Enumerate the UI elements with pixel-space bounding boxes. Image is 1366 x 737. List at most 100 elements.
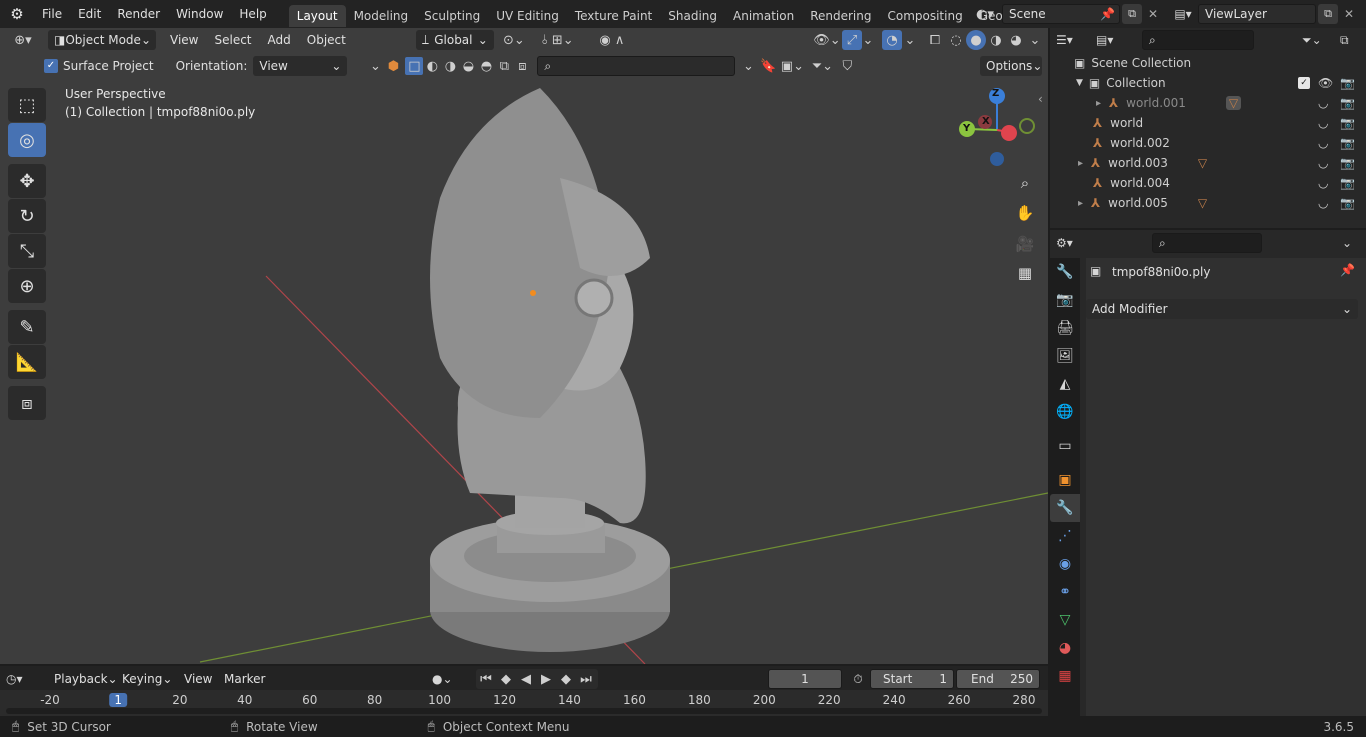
end-frame-field[interactable]: End 250 — [956, 669, 1040, 689]
collapse-sidebar-icon[interactable]: ‹ — [1038, 92, 1043, 106]
render-tab[interactable]: 📷 — [1050, 286, 1080, 314]
record-icon[interactable]: ●⌄ — [432, 669, 466, 689]
eye-icon[interactable]: ◡ — [1318, 196, 1328, 210]
tab-layout[interactable]: Layout — [288, 4, 346, 27]
tab-rendering[interactable]: Rendering — [802, 5, 879, 27]
add-cube-tool[interactable]: ⧈ — [8, 386, 46, 420]
outliner-search-input[interactable]: ⌕ — [1142, 30, 1254, 50]
chevron-down-icon[interactable]: ⌄ — [365, 59, 385, 74]
snap-mode-icon-6[interactable]: ⧈ — [513, 59, 531, 74]
options-dropdown[interactable]: Options ⌄ — [980, 56, 1042, 76]
expand-arrow-icon[interactable]: ▸ — [1078, 198, 1083, 209]
marker-menu[interactable]: Marker — [216, 669, 273, 689]
annotate-tool[interactable]: ✎ — [8, 310, 46, 344]
outliner-object-row[interactable]: ⅄ world.002 ◡ 📷 — [1050, 133, 1366, 153]
orientation-dropdown[interactable]: View ⌄ — [253, 56, 348, 76]
stopwatch-icon[interactable]: ⏱ — [848, 669, 868, 689]
expand-arrow-icon[interactable]: ▼ — [1076, 78, 1083, 88]
mesh-data-icon[interactable]: ▽ — [1198, 156, 1207, 170]
pin-icon[interactable]: 📌 — [1100, 5, 1115, 23]
object-tab[interactable]: ▣ — [1050, 466, 1080, 494]
camera-render-icon[interactable]: 📷 — [1340, 96, 1355, 110]
transform-tool[interactable]: ⊕ — [8, 269, 46, 303]
new-view-layer-button[interactable]: ⧉ — [1318, 4, 1338, 24]
menu-window[interactable]: Window — [168, 0, 231, 28]
shield-icon[interactable]: ⛉ — [837, 59, 857, 74]
cursor-tool[interactable]: ◎ — [8, 123, 46, 157]
keying-menu[interactable]: Keying ⌄ — [116, 669, 174, 689]
tab-modeling[interactable]: Modeling — [346, 5, 417, 27]
jump-start-icon[interactable]: ⏮ — [476, 669, 496, 689]
tab-texture-paint[interactable]: Texture Paint — [567, 5, 660, 27]
menu-object[interactable]: Object — [299, 30, 354, 50]
camera-render-icon[interactable]: 📷 — [1340, 156, 1355, 170]
jump-end-icon[interactable]: ⏭ — [576, 669, 596, 689]
measure-tool[interactable]: 📐 — [8, 345, 46, 379]
wireframe-shading-icon[interactable]: ◌ — [946, 33, 966, 48]
camera-render-icon[interactable]: 📷 — [1340, 176, 1355, 190]
display-mode-icon[interactable]: ▤▾ — [1096, 30, 1130, 50]
outliner-scene-collection-row[interactable]: ▣ Scene Collection — [1050, 53, 1366, 73]
menu-file[interactable]: File — [34, 0, 70, 28]
outliner-object-row[interactable]: ⅄ world ◡ 📷 — [1050, 113, 1366, 133]
eye-icon[interactable]: ◡ — [1318, 116, 1328, 130]
delete-scene-icon[interactable]: ✕ — [1144, 4, 1162, 24]
scene-name-field[interactable]: Scene 📌 — [1002, 4, 1120, 24]
pivot-icon[interactable]: ⊙⌄ — [498, 33, 530, 48]
chevron-down-icon[interactable]: ⌄ — [1026, 33, 1044, 48]
snap-box-icon[interactable]: □ — [405, 57, 424, 75]
world-tab[interactable]: 🌐 — [1050, 398, 1080, 426]
chevron-down-icon[interactable]: ⌄ — [737, 59, 759, 74]
snap-mode-icon-1[interactable]: ◐ — [423, 59, 441, 74]
view-layer-field[interactable]: ViewLayer — [1198, 4, 1316, 24]
timeline-view-menu[interactable]: View — [176, 669, 220, 689]
play-icon[interactable]: ▶ — [536, 669, 556, 689]
collection-tab[interactable]: ▭ — [1050, 432, 1080, 460]
pin-icon[interactable]: 📌 — [1340, 263, 1355, 277]
menu-view[interactable]: View — [162, 30, 206, 50]
eye-icon[interactable]: ◡ — [1318, 176, 1328, 190]
select-box-tool[interactable]: ⬚ — [8, 88, 46, 122]
next-keyframe-icon[interactable]: ◆ — [556, 669, 576, 689]
zoom-icon[interactable]: ⌕ — [1012, 170, 1038, 196]
tool-tab[interactable]: 🔧 — [1050, 258, 1080, 286]
filter-icon[interactable]: ⏷⌄ — [1302, 30, 1330, 50]
proportional-edit-icon[interactable]: ◉ ∧ — [592, 33, 632, 48]
rendered-shading-icon[interactable]: ◕ — [1006, 33, 1026, 48]
viewport-scene[interactable] — [0, 28, 1048, 664]
snap-mode-icon-2[interactable]: ◑ — [441, 59, 459, 74]
constraints-tab[interactable]: ⚭ — [1050, 578, 1080, 606]
scene-selector[interactable]: ◐▾ — [970, 4, 1000, 24]
camera-render-icon[interactable]: 📷 — [1340, 136, 1355, 150]
current-frame-indicator[interactable]: 1 — [109, 693, 127, 707]
eye-icon[interactable]: ◡ — [1318, 156, 1328, 170]
3d-viewport[interactable]: ⊕▾ ◨ Object Mode ⌄ View Select Add Objec… — [0, 28, 1048, 664]
expand-arrow-icon[interactable]: ▸ — [1078, 158, 1083, 169]
particles-tab[interactable]: ⋰ — [1050, 522, 1080, 550]
data-tab[interactable]: ▽ — [1050, 606, 1080, 634]
outliner-object-row[interactable]: ▸ ⅄ world.005 ▽ ◡ 📷 — [1050, 193, 1366, 213]
move-tool[interactable]: ✥ — [8, 164, 46, 198]
outliner-collection-row[interactable]: ▼ ▣ Collection ✓ 👁 📷 — [1050, 73, 1366, 93]
menu-add[interactable]: Add — [260, 30, 299, 50]
properties-search-input[interactable]: ⌕ — [1152, 233, 1262, 253]
menu-render[interactable]: Render — [109, 0, 168, 28]
camera-render-icon[interactable]: 📷 — [1340, 116, 1355, 130]
object-mode-dropdown[interactable]: ◨ Object Mode ⌄ — [48, 30, 156, 50]
snap-mode-icon-3[interactable]: ◒ — [459, 59, 477, 74]
tab-shading[interactable]: Shading — [660, 5, 725, 27]
prev-keyframe-icon[interactable]: ◆ — [496, 669, 516, 689]
outliner-object-row[interactable]: ⅄ world.004 ◡ 📷 — [1050, 173, 1366, 193]
snap-mode-icon-5[interactable]: ⧉ — [495, 59, 513, 74]
overlays-icon[interactable]: ◔ — [882, 30, 902, 50]
collection-checkbox[interactable]: ✓ — [1298, 77, 1310, 89]
texture-tab[interactable]: ▦ — [1050, 662, 1080, 690]
mesh-data-icon[interactable]: ▽ — [1225, 96, 1242, 110]
material-shading-icon[interactable]: ◑ — [986, 33, 1006, 48]
outliner-object-row[interactable]: ▸ ⅄ world.001 ▽ ◡ 📷 — [1050, 93, 1366, 113]
menu-select[interactable]: Select — [206, 30, 259, 50]
expand-arrow-icon[interactable]: ▸ — [1096, 98, 1101, 109]
tab-animation[interactable]: Animation — [725, 5, 802, 27]
scale-tool[interactable]: ⤡ — [8, 234, 46, 268]
outliner-editor-icon[interactable]: ☰▾ — [1056, 30, 1090, 50]
